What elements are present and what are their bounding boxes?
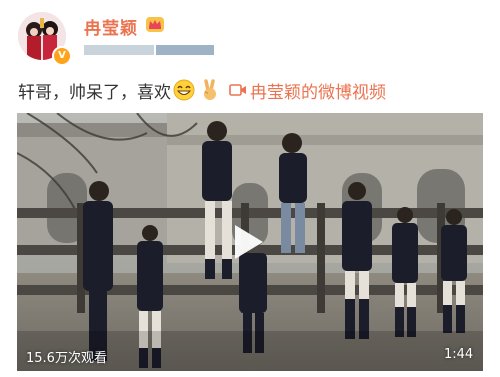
video-link[interactable]: 冉莹颖的微博视频 bbox=[229, 78, 386, 103]
play-icon[interactable] bbox=[235, 225, 263, 259]
post-text-line: 轩哥，帅呆了，喜欢 冉莹颖的微博视频 bbox=[18, 78, 386, 103]
video-duration: 1:44 bbox=[444, 347, 474, 362]
verified-badge: V bbox=[52, 46, 72, 66]
view-count: 15.6万次观看 bbox=[26, 351, 107, 366]
post-text: 轩哥，帅呆了，喜欢 bbox=[18, 82, 171, 103]
video-link-label: 冉莹颖的微博视频 bbox=[250, 82, 386, 103]
post-meta-blurred bbox=[84, 45, 229, 55]
grin-emoji bbox=[173, 79, 195, 101]
video-camera-icon bbox=[229, 84, 246, 96]
victory-hand-emoji bbox=[204, 79, 216, 100]
crown-icon bbox=[146, 17, 164, 32]
weibo-post: V 冉莹颖 轩哥，帅呆了，喜欢 冉莹颖的微博视频 15.6万次观看 1:44 bbox=[0, 0, 500, 377]
author-name[interactable]: 冉莹颖 bbox=[84, 14, 138, 39]
